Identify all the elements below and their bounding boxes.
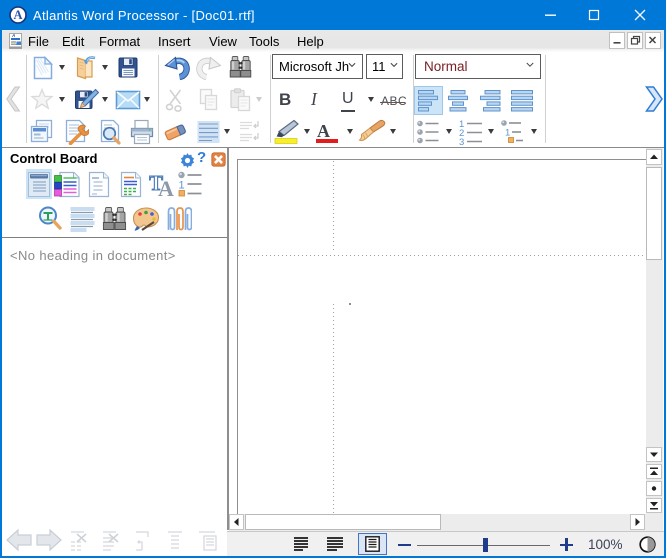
svg-text:A: A xyxy=(11,33,15,38)
svg-text:A: A xyxy=(13,8,22,22)
svg-text:1: 1 xyxy=(505,128,510,139)
svg-text:A: A xyxy=(158,176,174,198)
svg-text:3: 3 xyxy=(459,137,464,145)
svg-text:1: 1 xyxy=(179,180,185,192)
